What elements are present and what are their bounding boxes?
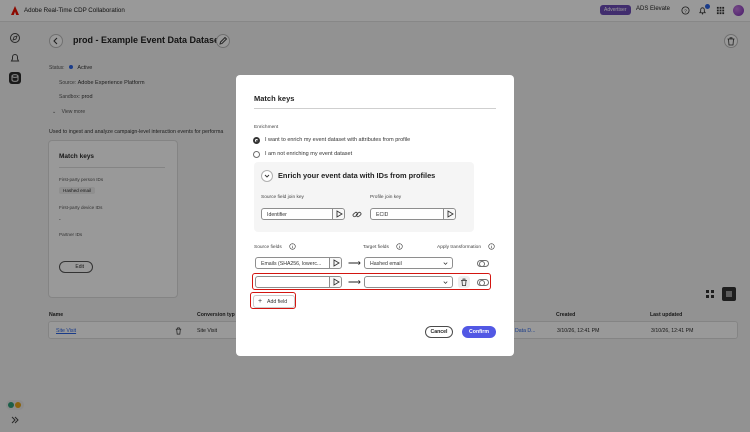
row2-target-select[interactable] — [364, 276, 453, 288]
profile-join-label: Profile join key — [370, 195, 402, 200]
mapping-arrow-icon: ⟶ — [348, 277, 361, 287]
row1-target-select[interactable]: Hashed email — [364, 257, 453, 269]
play-picker-icon — [447, 210, 454, 218]
play-picker-icon — [333, 278, 340, 286]
source-join-key-field[interactable]: Identifier — [261, 208, 345, 220]
apply-transformation-label: Apply transformation — [437, 243, 495, 250]
row1-source-value: Emails (SHA256, lowerc... — [261, 260, 322, 267]
target-fields-text: Target fields — [363, 244, 389, 250]
radio-not-enrich-label[interactable]: I am not enriching my event dataset — [265, 151, 352, 157]
add-field-label: Add field — [267, 299, 288, 305]
source-join-key-picker[interactable] — [332, 209, 344, 219]
row2-source-picker[interactable] — [329, 277, 341, 287]
add-field-button[interactable]: + Add field — [253, 295, 295, 308]
mapping-arrow-icon: ⟶ — [348, 258, 361, 268]
source-join-label: Source field join key — [261, 195, 304, 200]
link-icon — [352, 211, 362, 218]
confirm-button[interactable]: Confirm — [462, 326, 496, 338]
source-join-key-value: Identifier — [267, 211, 287, 218]
dialog-title: Match keys — [254, 94, 295, 103]
cancel-button[interactable]: Cancel — [425, 326, 453, 338]
enrichment-label: Enrichment — [254, 125, 279, 130]
play-picker-icon — [333, 259, 340, 267]
row2-source-field[interactable] — [255, 276, 342, 288]
apply-transformation-text: Apply transformation — [437, 244, 481, 250]
profile-join-key-field[interactable]: ECID — [370, 208, 456, 220]
profile-join-key-picker[interactable] — [443, 209, 455, 219]
profile-join-key-value: ECID — [376, 211, 389, 218]
row1-source-picker[interactable] — [329, 258, 341, 268]
enrich-panel: Enrich your event data with IDs from pro… — [254, 162, 474, 232]
play-picker-icon — [336, 210, 343, 218]
chevron-down-icon — [443, 262, 448, 265]
dialog-divider — [254, 108, 496, 109]
radio-enrich[interactable] — [253, 137, 260, 144]
row1-transformation-toggle[interactable] — [477, 259, 489, 267]
collapse-panel-button[interactable] — [261, 170, 273, 182]
row1-target-value: Hashed email — [370, 260, 402, 267]
radio-not-enrich[interactable] — [253, 151, 260, 158]
chevron-down-icon — [443, 281, 448, 284]
info-icon[interactable] — [396, 243, 403, 250]
chevron-down-icon — [264, 174, 270, 178]
target-fields-label: Target fields — [363, 243, 403, 250]
match-keys-dialog: Match keys Enrichment I want to enrich m… — [236, 75, 514, 356]
info-icon[interactable] — [289, 243, 296, 250]
plus-icon: + — [258, 298, 263, 305]
source-fields-text: Source fields — [254, 244, 282, 250]
info-icon[interactable] — [488, 243, 495, 250]
row2-transformation-toggle[interactable] — [477, 278, 489, 286]
radio-enrich-label[interactable]: I want to enrich my event dataset with a… — [265, 137, 410, 143]
source-fields-label: Source fields — [254, 243, 296, 250]
row2-delete-button[interactable] — [458, 276, 470, 288]
panel-title: Enrich your event data with IDs from pro… — [278, 171, 436, 180]
row1-source-field[interactable]: Emails (SHA256, lowerc... — [255, 257, 342, 269]
trash-icon — [461, 278, 467, 286]
